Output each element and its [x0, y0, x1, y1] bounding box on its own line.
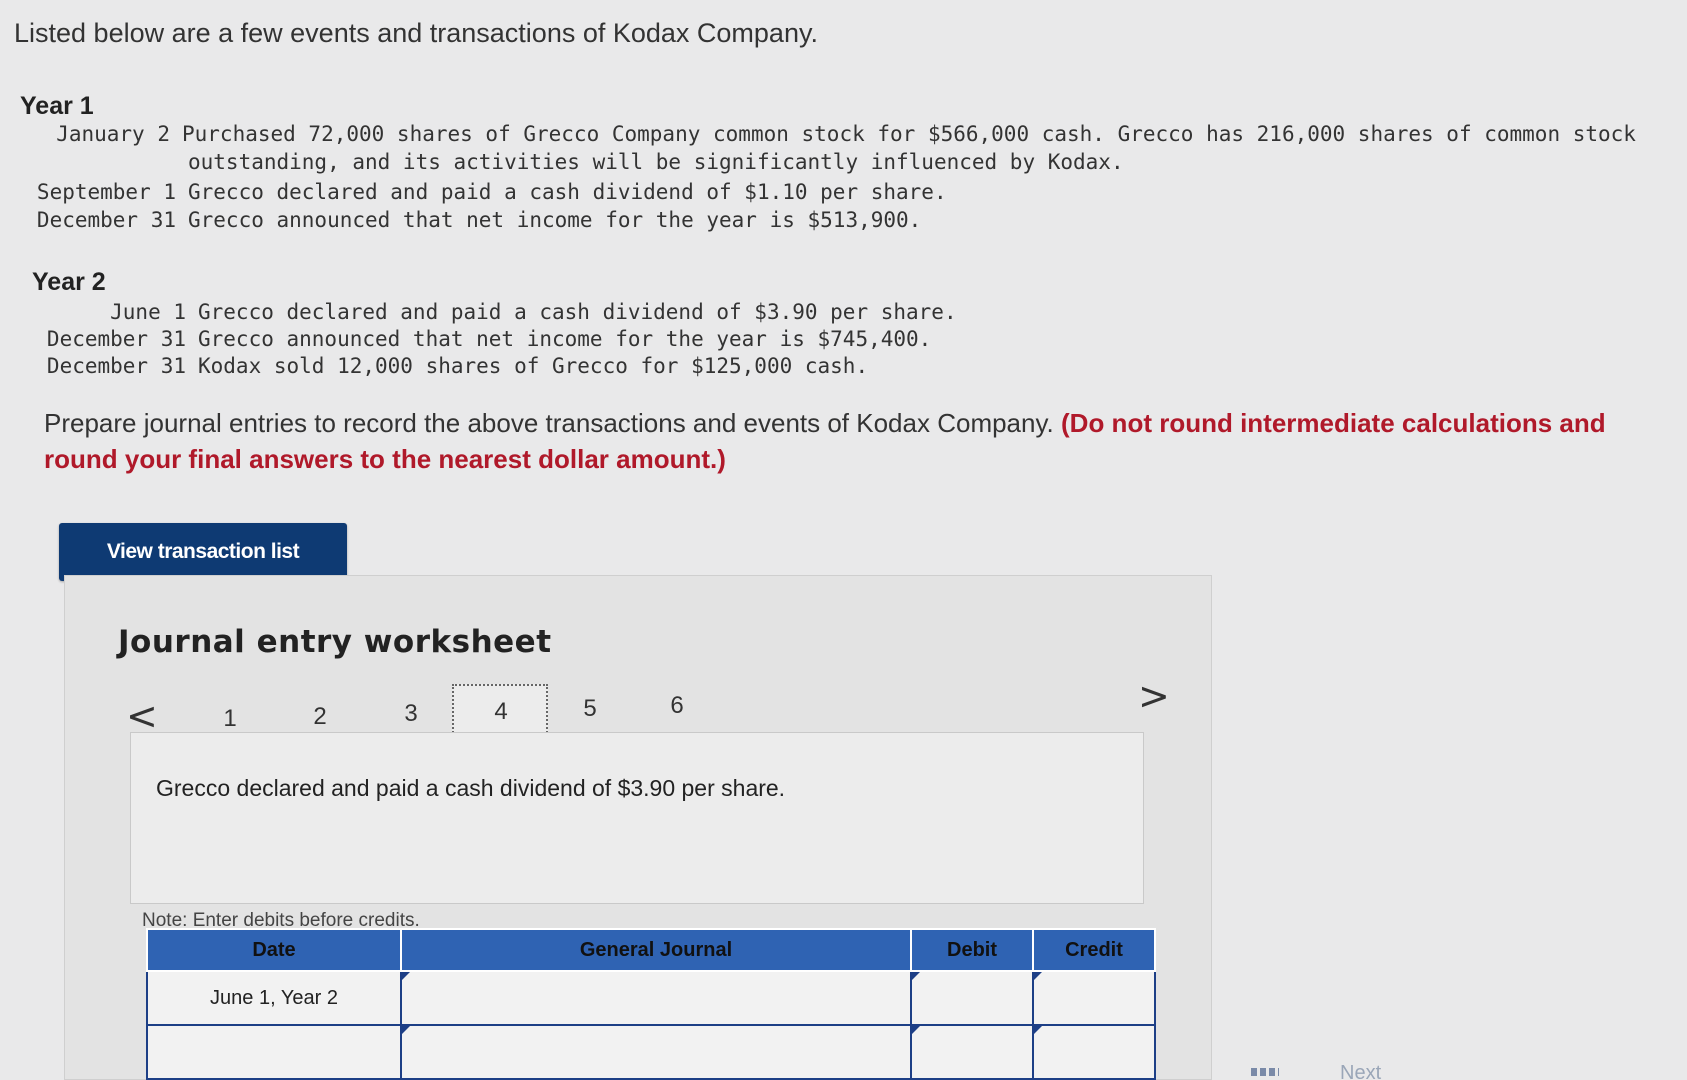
event-text: Kodax sold 12,000 shares of Grecco for $… — [198, 354, 869, 378]
credit-input[interactable] — [1032, 1024, 1156, 1080]
event-date: December 31 — [36, 208, 176, 232]
date-cell[interactable] — [146, 1024, 402, 1080]
year2-heading: Year 2 — [32, 268, 106, 296]
grid-icon[interactable] — [1251, 1068, 1279, 1076]
journal-table-header: Date General Journal Debit Credit — [146, 928, 1156, 972]
page-tab-4[interactable]: 4 — [486, 698, 516, 726]
event-text: Grecco announced that net income for the… — [188, 208, 922, 232]
general-journal-column-header: General Journal — [400, 928, 912, 972]
page-tab-2[interactable]: 2 — [305, 703, 335, 731]
credit-column-header: Credit — [1032, 928, 1156, 972]
year2-event-2: December 31 Grecco announced that net in… — [36, 327, 931, 351]
event-date: June 1 — [110, 300, 186, 324]
view-transaction-list-button[interactable]: View transaction list — [59, 523, 347, 581]
general-journal-input[interactable] — [400, 970, 912, 1026]
credit-input[interactable] — [1032, 970, 1156, 1026]
journal-table: Date General Journal Debit Credit June 1… — [146, 928, 1156, 1080]
year1-event-3: December 31 Grecco announced that net in… — [26, 208, 921, 232]
table-row — [146, 1024, 1156, 1080]
year1-event-1: January 2 Purchased 72,000 shares of Gre… — [48, 122, 1636, 146]
event-date: September 1 — [36, 180, 176, 204]
event-text: Purchased 72,000 shares of Grecco Compan… — [182, 122, 1636, 146]
year1-event-1-cont: outstanding, and its activities will be … — [188, 150, 1124, 174]
table-row: June 1, Year 2 — [146, 970, 1156, 1026]
debit-input[interactable] — [910, 970, 1034, 1026]
debit-column-header: Debit — [910, 928, 1034, 972]
transaction-description-box — [130, 732, 1144, 904]
event-date: December 31 — [46, 327, 186, 351]
page: Listed below are a few events and transa… — [0, 0, 1687, 1080]
year2-event-3: December 31 Kodax sold 12,000 shares of … — [36, 354, 868, 378]
year1-heading: Year 1 — [20, 92, 94, 120]
instructions-main: Prepare journal entries to record the ab… — [44, 408, 1054, 438]
event-date: January 2 — [56, 122, 170, 146]
page-tab-1[interactable]: 1 — [215, 705, 245, 733]
event-text: Grecco announced that net income for the… — [198, 327, 932, 351]
page-tab-5[interactable]: 5 — [575, 695, 605, 723]
worksheet-title: Journal entry worksheet — [118, 624, 552, 660]
event-date: December 31 — [46, 354, 186, 378]
page-tab-6[interactable]: 6 — [662, 692, 692, 720]
instructions: Prepare journal entries to record the ab… — [44, 405, 1674, 477]
intro-text: Listed below are a few events and transa… — [14, 18, 818, 48]
event-text: Grecco declared and paid a cash dividend… — [198, 300, 957, 324]
page-tab-3[interactable]: 3 — [396, 700, 426, 728]
general-journal-input[interactable] — [400, 1024, 912, 1080]
next-arrow-icon[interactable]: > — [1138, 674, 1170, 718]
debit-input[interactable] — [910, 1024, 1034, 1080]
year1-event-2: September 1 Grecco declared and paid a c… — [26, 180, 947, 204]
date-cell[interactable]: June 1, Year 2 — [146, 970, 402, 1026]
next-button[interactable]: Next — [1340, 1062, 1381, 1080]
event-text: Grecco declared and paid a cash dividend… — [188, 180, 947, 204]
transaction-description: Grecco declared and paid a cash dividend… — [156, 775, 786, 801]
year2-event-1: June 1 Grecco declared and paid a cash d… — [36, 300, 957, 324]
date-column-header: Date — [146, 928, 402, 972]
